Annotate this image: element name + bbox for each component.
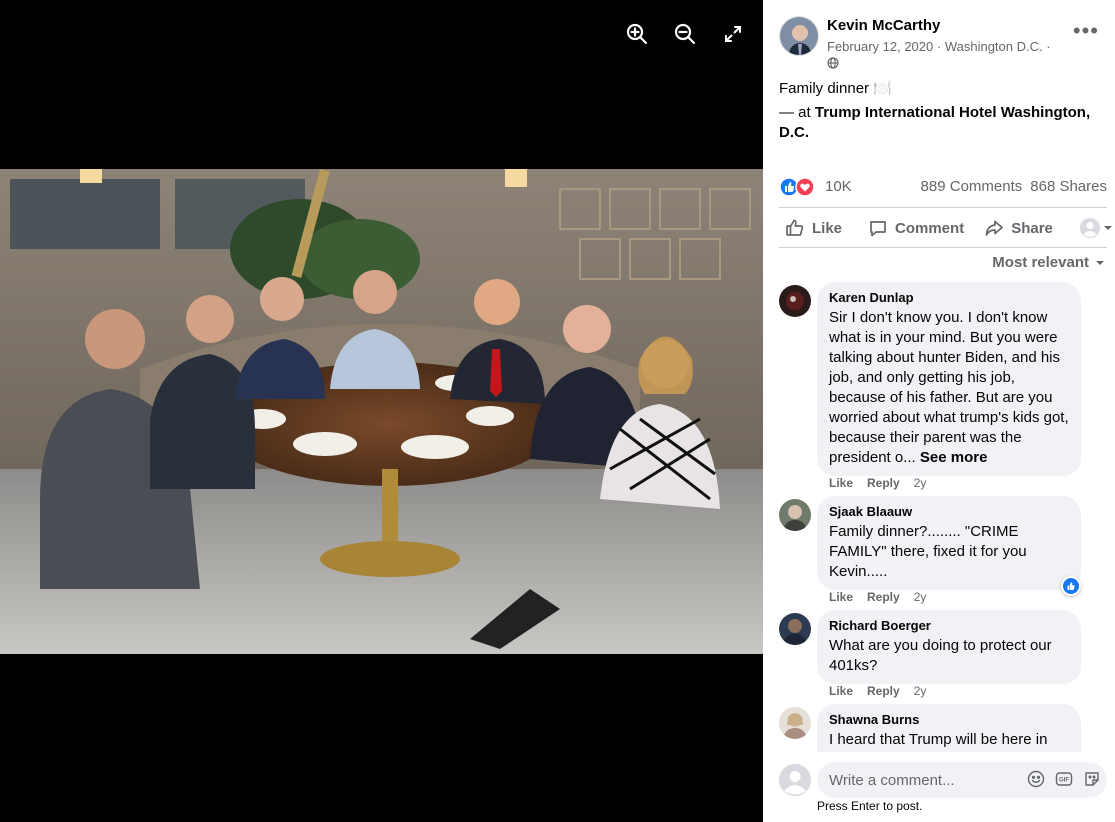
comment-text: Sir I don't know you. I don't know what … [829, 308, 1069, 468]
comment-bubble: Sjaak Blaauw Family dinner?........ "CRI… [817, 496, 1081, 590]
comment-timestamp[interactable]: 2y [914, 476, 927, 490]
divider [779, 247, 1107, 248]
sort-label: Most relevant [992, 254, 1089, 271]
like-label: Like [812, 219, 843, 237]
post-location[interactable]: Washington D.C. [945, 39, 1043, 54]
share-button[interactable]: Share [984, 218, 1053, 238]
comment-body: Sir I don't know you. I don't know what … [829, 309, 1069, 466]
post-header: Kevin McCarthy February 12, 2020 · Washi… [779, 16, 1105, 72]
see-more-link[interactable]: See more [920, 449, 988, 466]
comment-text: What are you doing to protect our 401ks? [829, 637, 1052, 674]
thumbs-up-icon [786, 219, 804, 236]
author-avatar[interactable] [779, 16, 819, 56]
comment-label: Comment [895, 219, 965, 237]
comment-actions: Like Reply 2y [829, 590, 926, 604]
reactions-bar: 10K 889 Comments 868 Shares [779, 176, 1107, 197]
react-as-selector[interactable] [1079, 217, 1113, 239]
meta-separator: · [1046, 39, 1051, 54]
share-icon [985, 220, 1004, 236]
commenter-name[interactable]: Shawna Burns [829, 712, 1069, 728]
dinner-photo-illustration [0, 169, 763, 654]
comment-like-link[interactable]: Like [829, 684, 853, 698]
comment-timestamp[interactable]: 2y [914, 684, 927, 698]
post-meta: February 12, 2020 · Washington D.C. · [827, 39, 1051, 54]
comment-composer: GIF [779, 762, 1107, 798]
engagement-counts: 889 Comments 868 Shares [921, 178, 1107, 195]
caret-down-icon [1096, 260, 1104, 265]
composer-tools: GIF [1027, 770, 1101, 788]
more-options-icon[interactable]: ••• [1073, 20, 1099, 42]
sticker-icon[interactable] [1083, 770, 1101, 788]
reaction-count[interactable]: 10K [825, 178, 852, 195]
photo-viewer [0, 0, 763, 822]
meta-separator: · [936, 39, 942, 54]
like-reaction-icon [1063, 578, 1079, 594]
post-photo[interactable] [0, 169, 763, 654]
commenter-avatar[interactable] [779, 499, 811, 531]
comment-reply-link[interactable]: Reply [867, 684, 900, 698]
comment-bubble: Shawna Burns I heard that Trump will be … [817, 704, 1081, 752]
author-name[interactable]: Kevin McCarthy [827, 17, 940, 34]
comment-timestamp[interactable]: 2y [914, 590, 927, 604]
comment-icon [870, 221, 886, 237]
share-count[interactable]: 868 Shares [1030, 178, 1107, 195]
like-button[interactable]: Like [785, 218, 842, 238]
comment-sort-dropdown[interactable]: Most relevant [992, 254, 1105, 271]
share-label: Share [1011, 219, 1053, 237]
commenter-name[interactable]: Sjaak Blaauw [829, 504, 1069, 520]
caret-down-icon [1104, 226, 1112, 230]
post-text: Family dinner 🍽️ [779, 80, 892, 97]
comment-bubble: Karen Dunlap Sir I don't know you. I don… [817, 282, 1081, 476]
comment-bubble: Richard Boerger What are you doing to pr… [817, 610, 1081, 684]
zoom-in-icon[interactable] [621, 20, 653, 48]
current-user-avatar[interactable] [779, 764, 811, 796]
comment-actions: Like Reply 2y [829, 684, 926, 698]
gif-icon[interactable]: GIF [1055, 770, 1073, 788]
post-details-panel: Kevin McCarthy February 12, 2020 · Washi… [763, 0, 1115, 822]
profile-avatar-icon [1080, 218, 1100, 238]
post-date[interactable]: February 12, 2020 [827, 39, 933, 54]
checkin-place-link[interactable]: Trump International Hotel Washington, D.… [779, 104, 1090, 141]
comments-list: Karen Dunlap Sir I don't know you. I don… [763, 280, 1115, 752]
comment-button[interactable]: Comment [868, 218, 964, 238]
post-checkin: — at Trump International Hotel Washingto… [779, 103, 1097, 143]
comment-reply-link[interactable]: Reply [867, 476, 900, 490]
svg-text:GIF: GIF [1059, 778, 1069, 784]
comment-reply-link[interactable]: Reply [867, 590, 900, 604]
comment-like-link[interactable]: Like [829, 476, 853, 490]
fullscreen-icon[interactable] [717, 20, 749, 48]
commenter-name[interactable]: Karen Dunlap [829, 290, 1069, 306]
commenter-avatar[interactable] [779, 285, 811, 317]
comment-text: Family dinner?........ "CRIME FAMILY" th… [829, 523, 1027, 580]
viewer-toolbar [621, 20, 749, 48]
comment-actions: Like Reply 2y [829, 476, 926, 490]
comment-text: I heard that Trump will be here in Baker… [829, 731, 1048, 752]
reaction-icons[interactable] [779, 177, 823, 197]
commenter-avatar[interactable] [779, 613, 811, 645]
divider [779, 207, 1107, 208]
post-actions: Like Comment Share [779, 210, 1113, 246]
globe-icon [827, 56, 839, 69]
comment-reaction-badge[interactable] [1061, 576, 1081, 596]
commenter-name[interactable]: Richard Boerger [829, 618, 1069, 634]
emoji-icon[interactable] [1027, 770, 1045, 788]
commenter-avatar[interactable] [779, 707, 811, 739]
comment-count[interactable]: 889 Comments [921, 178, 1023, 195]
zoom-out-icon[interactable] [669, 20, 701, 48]
checkin-prefix: — at [779, 104, 815, 121]
comment-like-link[interactable]: Like [829, 590, 853, 604]
composer-hint: Press Enter to post. [817, 799, 923, 813]
